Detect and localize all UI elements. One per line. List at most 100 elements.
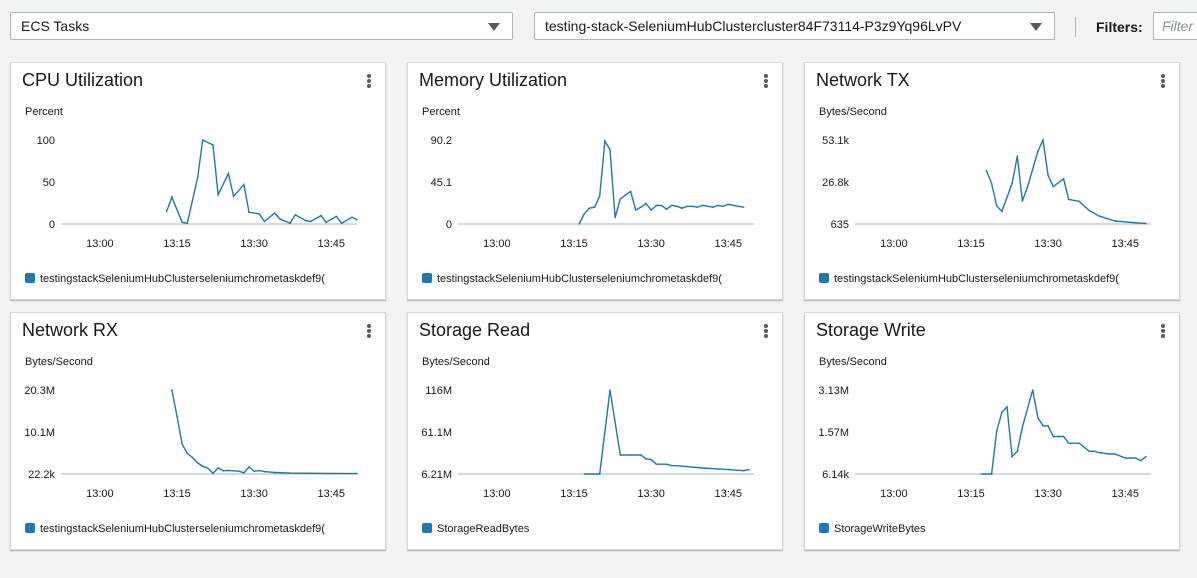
data-point — [273, 471, 276, 474]
more-actions-icon[interactable] — [764, 324, 768, 338]
x-tick-label: 13:45 — [1112, 238, 1140, 250]
cluster-select[interactable]: testing-stack-SeleniumHubClustercluster8… — [534, 12, 1055, 40]
legend-item[interactable]: testingstackSeleniumHubClusterseleniumch… — [25, 523, 359, 535]
widget-title: Storage Write — [816, 320, 926, 340]
legend-item[interactable]: StorageReadBytes — [422, 523, 756, 535]
data-point — [676, 464, 678, 467]
x-tick-label: 13:30 — [637, 488, 665, 500]
data-point — [1062, 435, 1065, 438]
line-chart: 20.3M 10.1M 22.2k 13:00 13:15 13:30 13:45 — [24, 385, 358, 500]
more-actions-icon[interactable] — [1161, 74, 1165, 88]
y-tick-label: 100 — [37, 135, 55, 147]
y-tick-label: 61.1M — [421, 427, 452, 439]
data-point — [289, 472, 291, 474]
legend-item[interactable]: testingstackSeleniumHubClusterseleniumch… — [819, 273, 1153, 285]
y-tick-label: 6.14k — [822, 469, 849, 481]
cluster-value: testing-stack-SeleniumHubClustercluster8… — [545, 18, 962, 34]
legend-item[interactable]: testingstackSeleniumHubClusterseleniumch… — [422, 273, 756, 285]
x-tick-label: 13:30 — [1034, 238, 1062, 250]
data-point — [1088, 450, 1091, 453]
data-point — [1067, 198, 1070, 201]
y-tick-label: 22.2k — [28, 469, 55, 481]
data-point — [1011, 182, 1013, 185]
y-axis-unit: Bytes/Second — [819, 356, 887, 368]
data-point — [655, 204, 658, 207]
more-actions-icon[interactable] — [367, 324, 371, 338]
y-tick-label: 45.1 — [431, 177, 452, 189]
x-tick-label: 13:45 — [715, 238, 743, 250]
data-point — [273, 212, 276, 214]
data-point — [737, 205, 740, 208]
data-point — [186, 222, 189, 224]
resource-type-select[interactable]: ECS Tasks — [10, 12, 513, 40]
data-point — [614, 216, 616, 219]
data-point — [670, 204, 673, 207]
data-point — [583, 473, 586, 475]
series-line — [171, 389, 358, 475]
y-tick-label: 20.3M — [24, 385, 55, 397]
toolbar-divider — [1075, 17, 1076, 37]
series-line — [981, 389, 1147, 475]
series-line — [985, 137, 1146, 225]
legend-swatch — [422, 523, 432, 533]
data-point — [588, 207, 591, 209]
data-point — [676, 205, 678, 208]
line-chart: 90.2 45.1 0 13:00 13:15 13:30 13:45 — [431, 135, 754, 250]
data-point — [609, 389, 611, 391]
data-point — [309, 220, 312, 223]
data-point — [279, 218, 281, 220]
filters-label: Filters: — [1096, 19, 1143, 35]
data-point — [1016, 450, 1019, 453]
data-point — [351, 216, 353, 219]
data-point — [1021, 200, 1024, 202]
x-tick-label: 13:00 — [86, 488, 114, 500]
data-point — [660, 204, 663, 207]
data-point — [598, 473, 601, 475]
data-point — [1145, 455, 1147, 458]
x-tick-label: 13:15 — [163, 488, 191, 500]
legend-item[interactable]: StorageWriteBytes — [819, 523, 1153, 535]
data-point — [1052, 185, 1055, 188]
x-tick-label: 13:30 — [1034, 488, 1062, 500]
data-point — [191, 456, 194, 459]
metric-widget: Memory Utilization Percent 90.2 45.1 0 13:00 1… — [407, 62, 783, 300]
data-point — [640, 454, 642, 456]
line-chart: 116M 61.1M 6.21M 13:00 13:15 13:30 13:45 — [421, 385, 754, 500]
series-line — [578, 138, 744, 225]
data-point — [629, 454, 632, 456]
filter-input[interactable]: Filter — [1153, 12, 1197, 40]
metric-widget: Network TX Bytes/Second 53.1k 26.8k 635 13:00… — [804, 62, 1180, 300]
data-point — [1062, 178, 1065, 180]
data-point — [1098, 451, 1101, 454]
data-point — [593, 206, 596, 208]
legend-item[interactable]: testingstackSeleniumHubClusterseleniumch… — [25, 273, 359, 285]
data-point — [248, 466, 250, 468]
data-point — [1124, 457, 1127, 459]
widget-title: Network TX — [816, 70, 910, 90]
data-point — [227, 172, 230, 175]
data-point — [742, 206, 745, 208]
metric-widget: Network RX Bytes/Second 20.3M 10.1M 22.2k 13:… — [10, 312, 386, 550]
data-point — [201, 139, 204, 141]
data-point — [207, 467, 209, 470]
widget-title: Network RX — [22, 320, 119, 340]
data-point — [696, 206, 699, 208]
data-point — [1134, 457, 1137, 459]
data-point — [980, 473, 983, 475]
x-tick-label: 13:15 — [560, 238, 588, 250]
data-point — [212, 144, 214, 146]
more-actions-icon[interactable] — [367, 74, 371, 88]
data-point — [604, 140, 606, 142]
data-point — [634, 209, 637, 211]
x-tick-label: 13:00 — [880, 488, 908, 500]
more-actions-icon[interactable] — [1161, 324, 1165, 338]
more-actions-icon[interactable] — [764, 74, 768, 88]
legend-swatch — [25, 523, 35, 533]
data-point — [670, 464, 673, 467]
data-point — [294, 214, 297, 216]
data-point — [717, 204, 719, 207]
widget-title: Storage Read — [419, 320, 531, 340]
x-tick-label: 13:30 — [240, 488, 268, 500]
data-point — [665, 463, 668, 465]
data-point — [1067, 442, 1070, 444]
